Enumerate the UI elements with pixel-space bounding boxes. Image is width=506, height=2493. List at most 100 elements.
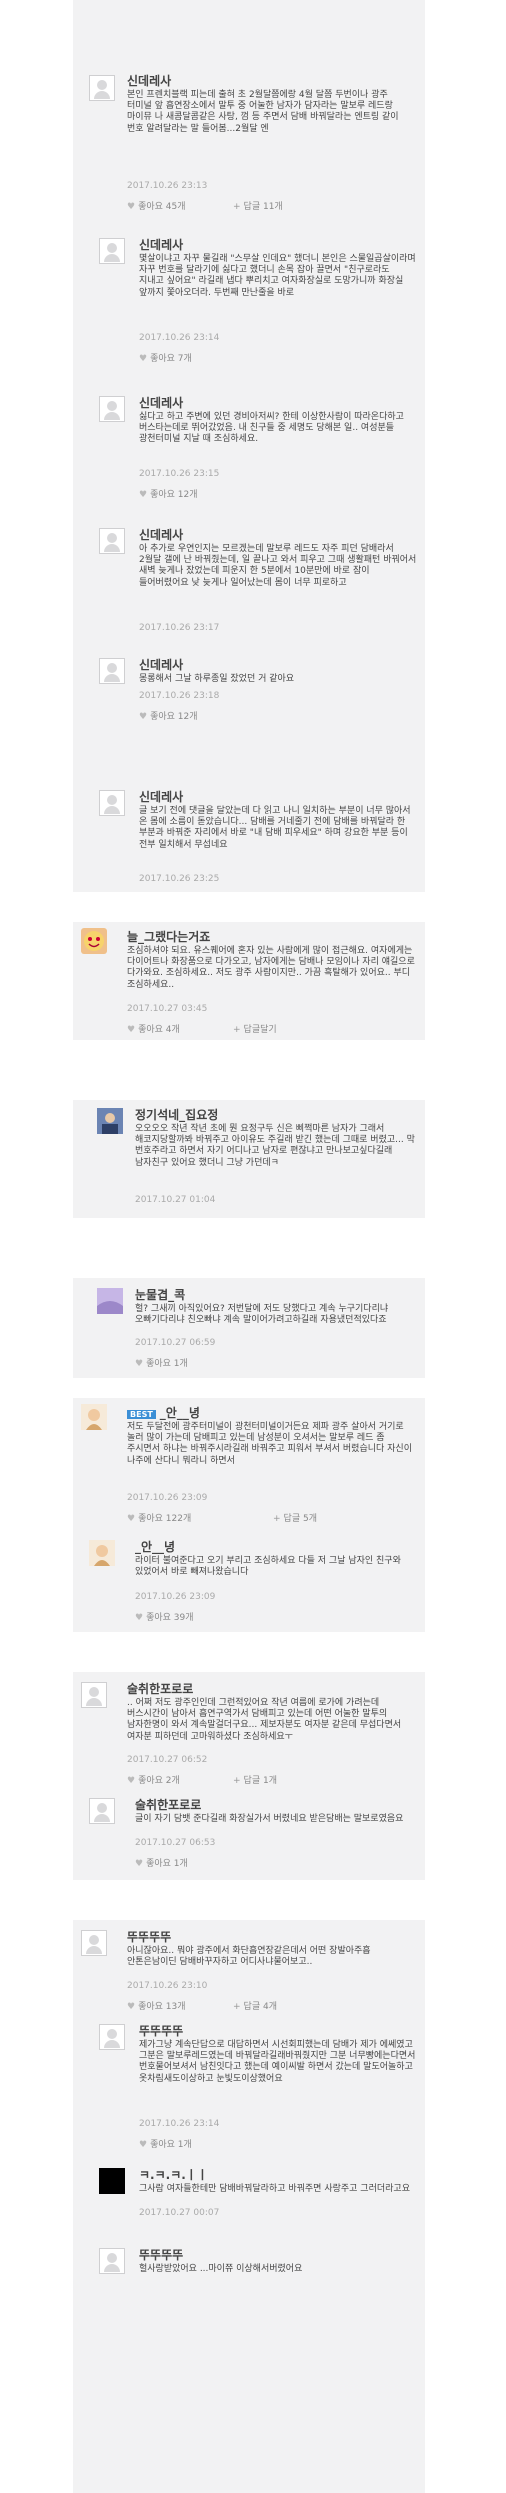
comment-date: 2017.10.26 23:10 [127,1981,208,1991]
spacer [73,1632,425,1672]
spacer [73,1218,425,1278]
comment-author[interactable]: _안__녕 [135,1538,175,1555]
heart-icon: ♥ [135,1359,144,1369]
comment-text: 저도 두달전에 광주터미널이 광천터미널이거든요 제파 광주 살아서 거기로 놀… [127,1422,412,1466]
avatar[interactable] [99,2024,125,2050]
like-button[interactable]: ♥ 좋아요 4개 [127,1022,180,1035]
comment-text: 헐? 그새끼 아직있어요? 저번달에 저도 당했다고 계속 누구기다리냐 오빠기… [135,1304,389,1326]
comment-date: 2017.10.26 23:09 [135,1592,216,1602]
comment-author[interactable]: 술취한포로로 [135,1796,201,1813]
like-button[interactable]: ♥ 좋아요 122개 [127,1511,191,1524]
avatar[interactable] [99,790,125,816]
comment-date: 2017.10.26 23:13 [127,181,208,191]
avatar[interactable] [99,528,125,554]
avatar[interactable] [81,1930,107,1956]
comment-author[interactable]: 신데레사 [139,526,183,543]
avatar[interactable] [99,238,125,264]
comment-author[interactable]: 뚜뚜뚜뚜 [139,2022,183,2039]
comment-date: 2017.10.26 23:17 [139,623,220,633]
avatar[interactable] [99,658,125,684]
comment-date: 2017.10.27 06:59 [135,1338,216,1348]
spacer [73,892,425,922]
comment-text: 아 추가로 우연인지는 모르겠는데 말보루 레드도 자주 피던 담배라서 2월달… [139,544,417,588]
avatar[interactable] [89,75,115,101]
plus-icon: + [273,1514,281,1524]
avatar-emoji-icon [84,931,104,951]
comment-author[interactable]: 신데레사 [139,236,183,253]
comment-text: 싫다고 하고 주변에 있던 경비아저씨? 한테 이상한사람이 따라온다하고 버스… [139,412,404,445]
reply-button[interactable]: + 답글달기 [233,1022,277,1035]
comment-date: 2017.10.27 03:45 [127,1004,208,1014]
comment-author[interactable]: 늘_그랬다는거죠 [127,928,210,945]
spacer [73,1378,425,1398]
avatar[interactable] [99,396,125,422]
reply-button[interactable]: + 답글 4개 [233,1999,277,2012]
avatar[interactable] [99,2168,125,2194]
avatar-photo-icon [97,1108,123,1134]
avatar[interactable] [81,928,107,954]
heart-icon: ♥ [127,2002,136,2012]
heart-icon: ♥ [139,354,148,364]
plus-icon: + [233,2002,241,2012]
reply-button[interactable]: + 답글 11개 [233,199,283,212]
plus-icon: + [233,202,241,212]
like-button[interactable]: ♥ 좋아요 7개 [139,351,192,364]
comment-author[interactable]: BEST _안__녕 [127,1404,200,1421]
comment-author[interactable]: 신데레사 [139,788,183,805]
comment: 신데레사 본인 프렌치블랙 피는데 출혀 초 2월달쯤에랑 4월 달쯤 두번이나… [73,0,425,230]
like-button[interactable]: ♥ 좋아요 1개 [139,2137,192,2150]
avatar[interactable] [81,1404,107,1430]
comment-date: 2017.10.26 23:15 [139,469,220,479]
like-button[interactable]: ♥ 좋아요 39개 [135,1610,194,1623]
comment-author[interactable]: 신데레사 [139,394,183,411]
comment-text: 몇살이냐고 자꾸 물길래 "스무살 인데요" 했더니 본인은 스물일곱살이라며 … [139,254,416,298]
plus-icon: + [233,1025,241,1035]
spacer [73,1040,425,1100]
avatar-photo-icon [99,2168,125,2194]
comment-author[interactable]: 정기석네_집요정 [135,1106,218,1123]
like-button[interactable]: ♥ 좋아요 1개 [135,1356,188,1369]
comment-text: 글 보기 전에 댓글을 달았는데 다 읽고 나니 일치하는 부분이 너무 많아서… [139,806,411,850]
avatar-photo-icon [89,1540,115,1566]
like-button[interactable]: ♥ 좋아요 12개 [139,709,198,722]
comment-author[interactable]: 신데레사 [127,72,171,89]
heart-icon: ♥ [127,1514,136,1524]
comment-text: 몽롱해서 그날 하루종일 잤었던 거 같아요 [139,674,295,684]
avatar[interactable] [81,1682,107,1708]
best-badge: BEST [127,1410,156,1419]
avatar[interactable] [97,1288,123,1314]
avatar-photo-icon [81,1404,107,1430]
comment-date: 2017.10.27 00:07 [139,2208,220,2218]
comment-date: 2017.10.26 23:25 [139,874,220,884]
comment-author[interactable]: 눈물겹_콕 [135,1286,185,1303]
like-button[interactable]: ♥ 좋아요 45개 [127,199,186,212]
comment-date: 2017.10.26 23:09 [127,1493,208,1503]
comment-date: 2017.10.27 06:53 [135,1838,216,1848]
comment-text: 라이터 불여준다고 오기 부리고 조심하세요 다들 저 그날 남자인 친구와 있… [135,1556,401,1578]
comment-text: 글이 자기 담뱃 준다길래 화장실가서 버렸네요 받은담배는 말보로였음요 [135,1814,404,1824]
like-button[interactable]: ♥ 좋아요 1개 [135,1856,188,1869]
comment-date: 2017.10.27 06:52 [127,1755,208,1765]
avatar[interactable] [97,1108,123,1134]
like-button[interactable]: ♥ 좋아요 12개 [139,487,198,500]
heart-icon: ♥ [127,1776,136,1786]
comment-text: 아니잖아요.. 뭐야 광주에서 화단흡연장같은데서 어떤 장발아주흡 안톤은남이… [127,1946,371,1968]
comment-text: 오오오오 작년 작년 초에 뭔 요정구두 신은 삐쩍마른 남자가 그래서 해코지… [135,1124,415,1168]
heart-icon: ♥ [139,2140,148,2150]
reply-button[interactable]: + 답글 1개 [233,1773,277,1786]
like-button[interactable]: ♥ 좋아요 13개 [127,1999,186,2012]
avatar[interactable] [99,2248,125,2274]
comment-author[interactable]: 술취한포로로 [127,1680,193,1697]
avatar[interactable] [89,1798,115,1824]
comment-author[interactable]: 뚜뚜뚜뚜 [139,2246,183,2263]
comment-author[interactable]: 뚜뚜뚜뚜 [127,1928,171,1945]
comment-date: 2017.10.26 23:14 [139,333,220,343]
comment-author[interactable]: ㅋ.ㅋ.ㅋ.ㅣㅣ [139,2166,208,2183]
comment-text: 조심하셔야 되요. 유스퀘어에 혼자 있는 사람에게 많이 접근해요. 여자에게… [127,946,415,990]
reply-button[interactable]: + 답글 5개 [273,1511,317,1524]
comment-date: 2017.10.27 01:04 [135,1195,216,1205]
like-button[interactable]: ♥ 좋아요 2개 [127,1773,180,1786]
comment-date: 2017.10.26 23:18 [139,691,220,701]
avatar[interactable] [89,1540,115,1566]
comment-author[interactable]: 신데레사 [139,656,183,673]
